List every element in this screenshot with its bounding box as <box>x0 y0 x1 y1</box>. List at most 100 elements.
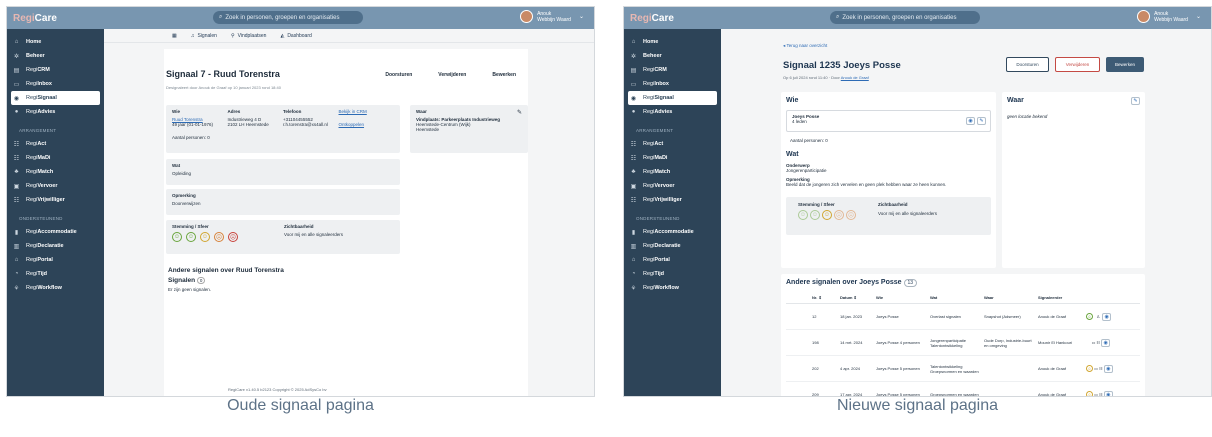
eye-icon[interactable]: ◉ <box>1101 338 1111 347</box>
sidebar-item-madi[interactable]: ☷ RegiMaDi <box>624 151 721 165</box>
sidebar-item-crm[interactable]: ▤ RegiCRM <box>7 63 104 77</box>
sidebar-item-inbox[interactable]: ▭ RegiInbox <box>7 77 104 91</box>
grid-icon[interactable]: ▦ <box>172 33 177 39</box>
user-menu[interactable]: Anouk Webbijn Waard ⌄ <box>1137 10 1201 23</box>
signalen-table: Nr. ⇕ Datum ⇕ Wie Wat Waar Signaleerder 12 18 … <box>786 292 1140 396</box>
ontkoppelen-link[interactable]: Ontkoppelen <box>339 122 395 127</box>
table-row[interactable]: 12 18 jan. 2023 Joeys Posse Overlast signal… <box>786 303 1140 330</box>
person-card: Joeys Posse 4 leden ◉ ✎ <box>786 110 991 132</box>
bekijk-crm-link[interactable]: Bekijk in CRM <box>339 109 395 114</box>
sidebar-item-accommodatie[interactable]: ▮ RegiAccommodatie <box>7 225 104 239</box>
wie-panel: Wie Joeys Posse 4 leden ◉ ✎ Aantal persone… <box>781 92 996 268</box>
tijd-icon: ◔ <box>14 271 19 277</box>
match-icon: ♣ <box>14 169 19 175</box>
doorsturen-button[interactable]: Doorsturen <box>1006 57 1049 72</box>
tab-signalen[interactable]: ♫ Signalen <box>191 33 217 39</box>
sidebar-item-vervoer[interactable]: ▣ RegiVervoer <box>624 179 721 193</box>
sidebar-item-vrijwilliger[interactable]: ☷ RegiVrijwilliger <box>7 193 104 207</box>
pencil-icon[interactable]: ✎ <box>977 117 986 125</box>
back-link[interactable]: ◂ Terug naar overzicht <box>783 43 827 49</box>
sidebar-item-tijd[interactable]: ◔ RegiTijd <box>7 267 104 281</box>
search-input[interactable]: ⌕ Zoek in personen, groepen en organisati… <box>213 11 363 24</box>
sidebar-item-signaal[interactable]: ◉ RegiSignaal <box>11 91 100 105</box>
bewerken-button[interactable]: Bewerken <box>1106 57 1144 72</box>
page-subtitle: Designaleert door Anouk de Graaf op 10 j… <box>166 85 281 90</box>
stemming-card: Stemming / Sfeer ☺ ☺ ☺ ☹ ☹ Zichtbaarheid Voor… <box>166 220 400 254</box>
andere-signalen-panel: Andere signalen over Joeys Posse 13 Nr. … <box>781 274 1145 396</box>
smiley-sad-icon[interactable]: ☹ <box>214 232 224 242</box>
user-menu[interactable]: Anouk Webbijn Waard ⌄ <box>520 10 584 23</box>
sidebar-item-portal[interactable]: ⌂ RegiPortal <box>7 253 104 267</box>
doorsturen-button[interactable]: Doorsturen <box>385 72 412 78</box>
group-icon: ☷ <box>1096 339 1101 345</box>
act-icon: ☷ <box>630 141 637 148</box>
sidebar-item-match[interactable]: ♣ RegiMatch <box>7 165 104 179</box>
waar-card: Waar ✎ Vindplaats: Parkeerplaats Industr… <box>410 105 528 153</box>
smiley-happy-icon[interactable]: ☺ <box>172 232 182 242</box>
eye-icon: ◉ <box>630 95 637 102</box>
smiley-icon: ☺ <box>1086 312 1093 320</box>
sidebar-item-vrijwilliger[interactable]: ☷ RegiVrijwilliger <box>624 193 721 207</box>
sidebar-item-declaratie[interactable]: ▥ RegiDeclaratie <box>7 239 104 253</box>
table-row[interactable]: 202 4 apr. 2024 Joeys Posse 5 personen Tale… <box>786 355 1140 382</box>
vervoer-icon: ▣ <box>630 183 637 190</box>
sidebar-item-portal[interactable]: ⌂ RegiPortal <box>624 253 721 267</box>
smiley-neutral-icon[interactable]: ☺ <box>822 210 832 220</box>
person-icon: ♙ <box>1096 313 1100 319</box>
eye-icon[interactable]: ◉ <box>966 117 975 125</box>
bewerken-button[interactable]: Bewerken <box>492 72 516 78</box>
smiley-neutral-icon[interactable]: ☺ <box>200 232 210 242</box>
sidebar-item-advies[interactable]: ● RegiAdvies <box>624 105 721 119</box>
sidebar-item-home[interactable]: ⌂ Home <box>624 35 721 49</box>
pencil-icon[interactable]: ✎ <box>1131 97 1140 105</box>
tab-vindplaatsen[interactable]: ⚲ Vindplaatsen <box>231 33 267 39</box>
section-ondersteunend: ONDERSTEUNEND <box>636 216 680 221</box>
sidebar-item-workflow[interactable]: ⚘ RegiWorkflow <box>624 281 721 295</box>
logo: RegiCare <box>630 12 674 24</box>
sidebar-item-tijd[interactable]: ◔ RegiTijd <box>624 267 721 281</box>
table-row[interactable]: 209 17 apr. 2024 Joeys Posse 5 personen Gro… <box>786 381 1140 396</box>
search-input[interactable]: ⌕ Zoek in personen, groepen en organisati… <box>830 11 980 24</box>
sidebar-item-match[interactable]: ♣ RegiMatch <box>624 165 721 179</box>
sidebar-item-beheer[interactable]: ✲ Beheer <box>7 49 104 63</box>
sidebar-item-declaratie[interactable]: ▥ RegiDeclaratie <box>624 239 721 253</box>
sidebar-item-crm[interactable]: ▤ RegiCRM <box>624 63 721 77</box>
smiley-ok-icon[interactable]: ☺ <box>810 210 820 220</box>
sidebar-item-madi[interactable]: ☷ RegiMaDi <box>7 151 104 165</box>
sidebar-item-accommodatie[interactable]: ▮ RegiAccommodatie <box>624 225 721 239</box>
sidebar-item-act[interactable]: ☷ RegiAct <box>7 137 104 151</box>
chevron-down-icon: ⌄ <box>1195 13 1201 20</box>
author-link[interactable]: Anouk de Graaf <box>841 75 869 80</box>
sidebar-item-inbox[interactable]: ▭ RegiInbox <box>624 77 721 91</box>
smiley-sad-icon[interactable]: ☹ <box>834 210 844 220</box>
waar-panel: Waar ✎ geen locatie bekend <box>1002 92 1145 268</box>
sidebar-item-advies[interactable]: ● RegiAdvies <box>7 105 104 119</box>
crm-icon: ▤ <box>13 67 20 74</box>
smiley-angry-icon[interactable]: ☹ <box>228 232 238 242</box>
tab-dashboard[interactable]: ◭ Dashboard <box>280 33 311 39</box>
sidebar-item-vervoer[interactable]: ▣ RegiVervoer <box>7 179 104 193</box>
smiley-happy-icon[interactable]: ☺ <box>798 210 808 220</box>
madi-icon: ☷ <box>13 155 20 162</box>
verwijderen-button[interactable]: Verwijderen <box>438 72 466 78</box>
smiley-icon: ☺ <box>1086 364 1093 372</box>
stemming-box: Stemming / Sfeer ☺ ☺ ☺ ☹ ☹ Zichtbaarheid Voor… <box>786 197 991 235</box>
avatar <box>1137 10 1151 23</box>
pencil-icon[interactable]: ✎ <box>517 109 522 116</box>
info-icon: ● <box>14 109 19 115</box>
sidebar-item-beheer[interactable]: ✲ Beheer <box>624 49 721 63</box>
eye-icon[interactable]: ◉ <box>1103 364 1113 373</box>
eye-icon[interactable]: ◉ <box>1102 312 1112 321</box>
sidebar-item-home[interactable]: ⌂ Home <box>7 35 104 49</box>
verwijderen-button[interactable]: Verwijderen <box>1055 57 1100 72</box>
search-icon: ⌕ <box>836 14 840 20</box>
smiley-ok-icon[interactable]: ☺ <box>186 232 196 242</box>
portal-icon: ⌂ <box>14 257 19 263</box>
group-icon: ☷ <box>1099 365 1103 371</box>
smiley-angry-icon[interactable]: ☹ <box>846 210 856 220</box>
table-row[interactable]: 198 14 mrt. 2024 Joeys Posse 4 personen Jon… <box>786 329 1140 356</box>
sidebar-item-workflow[interactable]: ⚘ RegiWorkflow <box>7 281 104 295</box>
main-content: ◂ Terug naar overzicht Signaal 1235 Joey… <box>721 29 1211 396</box>
sidebar-item-signaal[interactable]: ◉ RegiSignaal <box>628 91 717 105</box>
sidebar-item-act[interactable]: ☷ RegiAct <box>624 137 721 151</box>
